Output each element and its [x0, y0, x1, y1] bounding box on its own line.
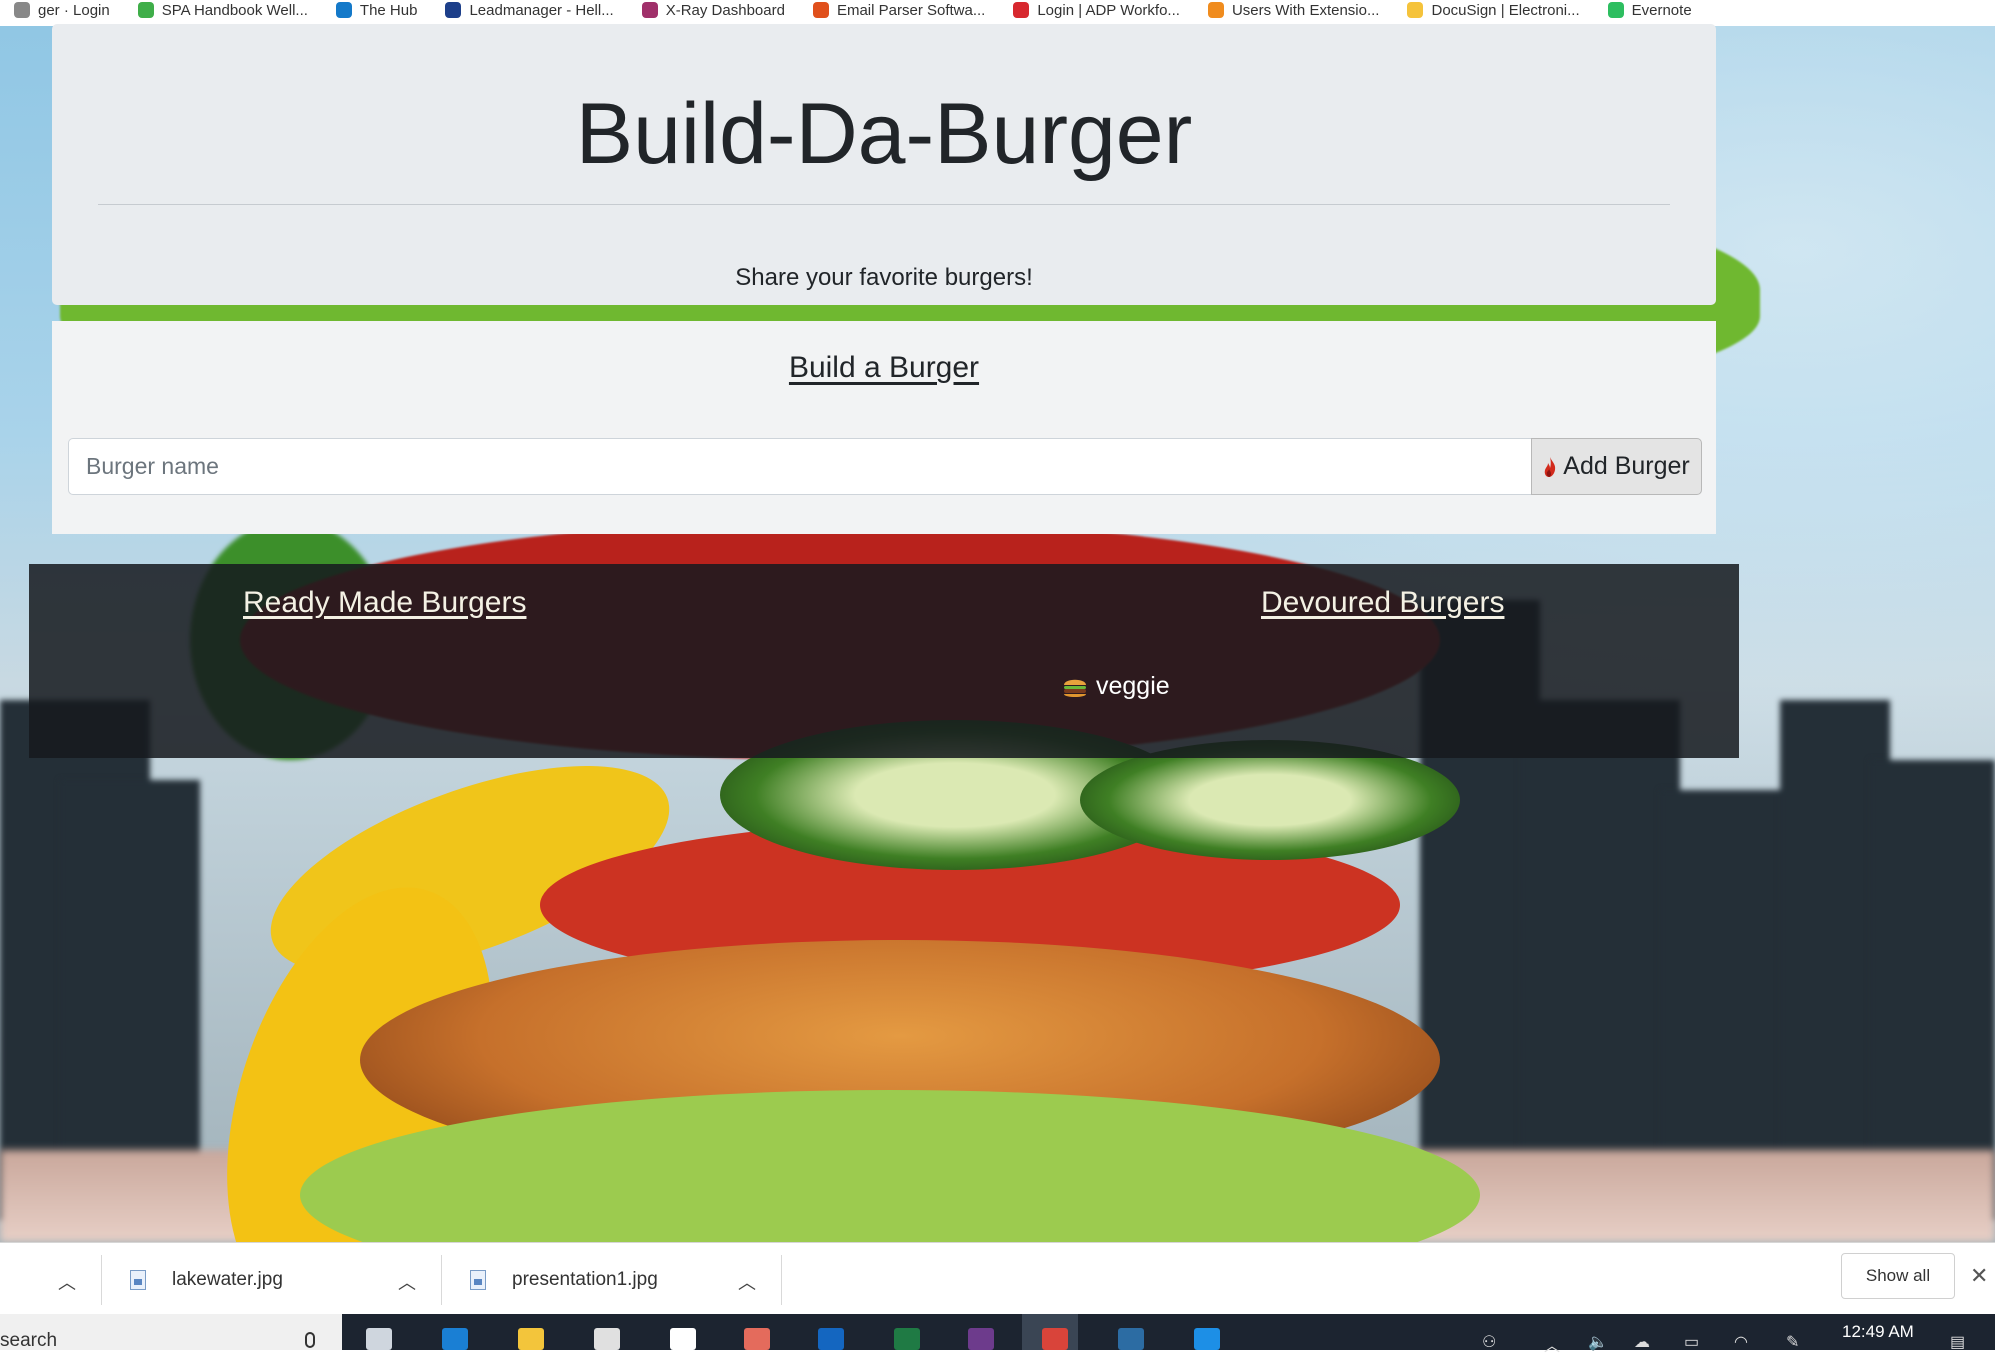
header-jumbotron: Build-Da-Burger Share your favorite burg… — [52, 24, 1716, 305]
hub-icon — [335, 2, 352, 18]
page-title: Build-Da-Burger — [575, 86, 1193, 182]
bookmark-label: X-Ray Dashboard — [665, 1, 785, 19]
burger-form: Add Burger — [68, 438, 1702, 495]
burger-icon — [1064, 679, 1086, 697]
taskbar-search[interactable]: search — [0, 1314, 342, 1351]
divider — [101, 1255, 102, 1305]
users-icon — [1207, 2, 1224, 18]
cloud-icon[interactable]: ☁ — [1634, 1332, 1650, 1352]
bookmark-label: Evernote — [1631, 1, 1692, 19]
volume-icon[interactable]: 🔈 — [1588, 1332, 1608, 1352]
bookmark-item[interactable]: Evernote — [1594, 1, 1706, 19]
ready-made-heading: Ready Made Burgers — [243, 586, 527, 619]
divider — [441, 1255, 442, 1305]
adp-icon — [1013, 2, 1030, 18]
email-parser-icon — [812, 2, 829, 18]
battery-icon[interactable]: ▭ — [1684, 1332, 1699, 1352]
divider — [781, 1255, 782, 1305]
show-all-button[interactable]: Show all — [1841, 1253, 1955, 1299]
bookmark-item[interactable]: Email Parser Softwa... — [799, 1, 999, 19]
bookmark-label: SPA Handbook Well... — [161, 1, 308, 19]
image-file-icon — [130, 1270, 146, 1290]
bookmark-item[interactable]: DocuSign | Electroni... — [1393, 1, 1593, 19]
bookmark-label: ger · Login — [38, 1, 110, 19]
slack-icon[interactable] — [968, 1328, 994, 1350]
bookmark-label: DocuSign | Electroni... — [1431, 1, 1580, 19]
edge-icon[interactable] — [442, 1328, 468, 1350]
bookmark-item[interactable]: Login | ADP Workfo... — [999, 1, 1194, 19]
task-view-icon[interactable] — [366, 1328, 392, 1350]
bookmark-item[interactable]: Users With Extensio... — [1194, 1, 1394, 19]
pin-icon — [445, 2, 462, 18]
bookmark-label: Leadmanager - Hell... — [469, 1, 614, 19]
download-filename: lakewater.jpg — [172, 1269, 283, 1290]
image-file-icon — [470, 1270, 486, 1290]
microphone-icon[interactable] — [305, 1332, 315, 1348]
page-subtitle: Share your favorite burgers! — [735, 264, 1033, 291]
burger-item-name: veggie — [1096, 672, 1170, 700]
file-explorer-icon[interactable] — [518, 1328, 544, 1350]
burger-lists-panel: Ready Made Burgers Devoured Burgers vegg… — [29, 564, 1739, 758]
mail-icon[interactable] — [670, 1328, 696, 1350]
bookmark-item[interactable]: Leadmanager - Hell... — [431, 1, 627, 19]
xray-icon — [641, 2, 658, 18]
handbook-icon — [137, 2, 154, 18]
bookmark-item[interactable]: The Hub — [322, 1, 432, 19]
download-item[interactable]: lakewater.jpg — [130, 1269, 283, 1291]
login-icon — [14, 2, 30, 18]
store-icon[interactable] — [594, 1328, 620, 1350]
paint-icon[interactable] — [744, 1328, 770, 1350]
vscode-icon[interactable] — [1194, 1328, 1220, 1350]
notifications-icon[interactable]: ▤ — [1950, 1332, 1965, 1352]
download-item[interactable]: presentation1.jpg — [470, 1269, 658, 1291]
burger-name-input[interactable] — [68, 438, 1531, 495]
clock[interactable]: 12:49 AM — [1842, 1322, 1914, 1342]
add-burger-button[interactable]: Add Burger — [1531, 438, 1702, 495]
chevron-up-icon[interactable]: ︿ — [58, 1269, 76, 1295]
build-burger-heading: Build a Burger — [788, 351, 980, 384]
wifi-icon[interactable]: ◠ — [1734, 1332, 1748, 1352]
downloads-bar: ︿ lakewater.jpg ︿ presentation1.jpg ︿ Sh… — [0, 1242, 1995, 1315]
bookmark-label: The Hub — [359, 1, 418, 19]
bookmark-label: Users With Extensio... — [1231, 1, 1380, 19]
chrome-icon[interactable] — [1042, 1328, 1068, 1350]
people-icon[interactable]: ⚇ — [1482, 1332, 1496, 1352]
chevron-up-icon[interactable]: ︿ — [738, 1269, 756, 1295]
excel-icon[interactable] — [894, 1328, 920, 1350]
bookmark-label: Email Parser Softwa... — [836, 1, 986, 19]
devoured-heading: Devoured Burgers — [1261, 586, 1505, 619]
windows-taskbar: search ⚇ ︿ 🔈 ☁ ▭ ◠ ✎ 12:49 AM ▤ — [0, 1314, 1995, 1355]
chevron-up-icon[interactable]: ︿ — [398, 1269, 416, 1295]
add-burger-label: Add Burger — [1563, 452, 1690, 480]
docusign-icon — [1407, 2, 1424, 18]
bookmark-item[interactable]: X-Ray Dashboard — [628, 1, 799, 19]
bookmark-item[interactable]: SPA Handbook Well... — [124, 1, 322, 19]
mysql-icon[interactable] — [1118, 1328, 1144, 1350]
burger-item[interactable]: veggie — [1062, 672, 1170, 701]
cucumber-slice — [1080, 740, 1460, 860]
bookmark-label: Login | ADP Workfo... — [1037, 1, 1180, 19]
build-burger-panel: Build a Burger Add Burger — [52, 321, 1716, 534]
building-silhouette — [1520, 700, 1680, 1220]
header-divider — [98, 204, 1670, 205]
search-text: search — [0, 1330, 58, 1351]
outlook-icon[interactable] — [818, 1328, 844, 1350]
evernote-icon — [1607, 2, 1624, 18]
bookmark-item[interactable]: ger · Login — [0, 1, 124, 19]
chevron-up-icon[interactable]: ︿ — [1544, 1332, 1560, 1356]
close-icon[interactable]: ✕ — [1970, 1263, 1988, 1289]
bookmarks-bar: ger · Login SPA Handbook Well... The Hub Le… — [0, 0, 1995, 26]
pen-icon[interactable]: ✎ — [1786, 1332, 1799, 1352]
download-filename: presentation1.jpg — [512, 1269, 658, 1290]
flame-icon — [1545, 456, 1556, 477]
